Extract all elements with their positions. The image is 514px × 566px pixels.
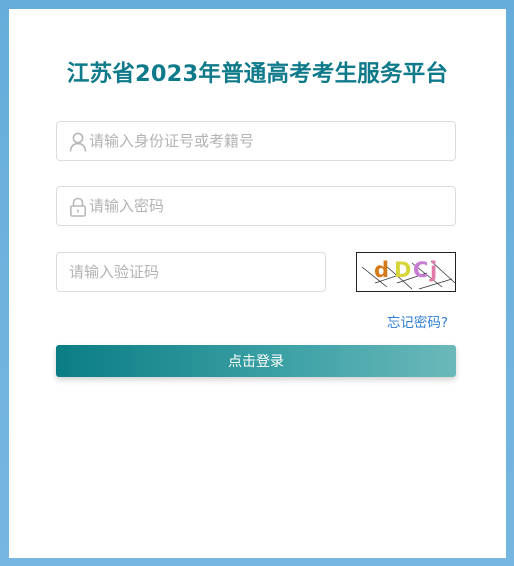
lock-icon: [69, 197, 87, 217]
captcha-image[interactable]: d D C j: [356, 252, 456, 292]
page-title: 江苏省2023年普通高考考生服务平台: [66, 61, 449, 87]
password-input[interactable]: [89, 187, 439, 225]
captcha-char-4: j: [430, 258, 438, 282]
login-card: 江苏省2023年普通高考考生服务平台 请输入身份证号或考籍号 请输入验证码 d …: [9, 9, 506, 558]
forgot-password-link[interactable]: 忘记密码?: [387, 311, 448, 331]
captcha-field[interactable]: [56, 252, 326, 292]
captcha-char-2: D: [394, 258, 412, 282]
captcha-char-1: d: [374, 258, 390, 282]
login-button[interactable]: 点击登录: [56, 345, 456, 377]
captcha-input[interactable]: [69, 253, 319, 291]
user-icon: [69, 132, 87, 152]
username-field[interactable]: [56, 121, 456, 161]
captcha-char-3: C: [413, 258, 429, 282]
password-field[interactable]: [56, 186, 456, 226]
username-input[interactable]: [89, 122, 439, 160]
